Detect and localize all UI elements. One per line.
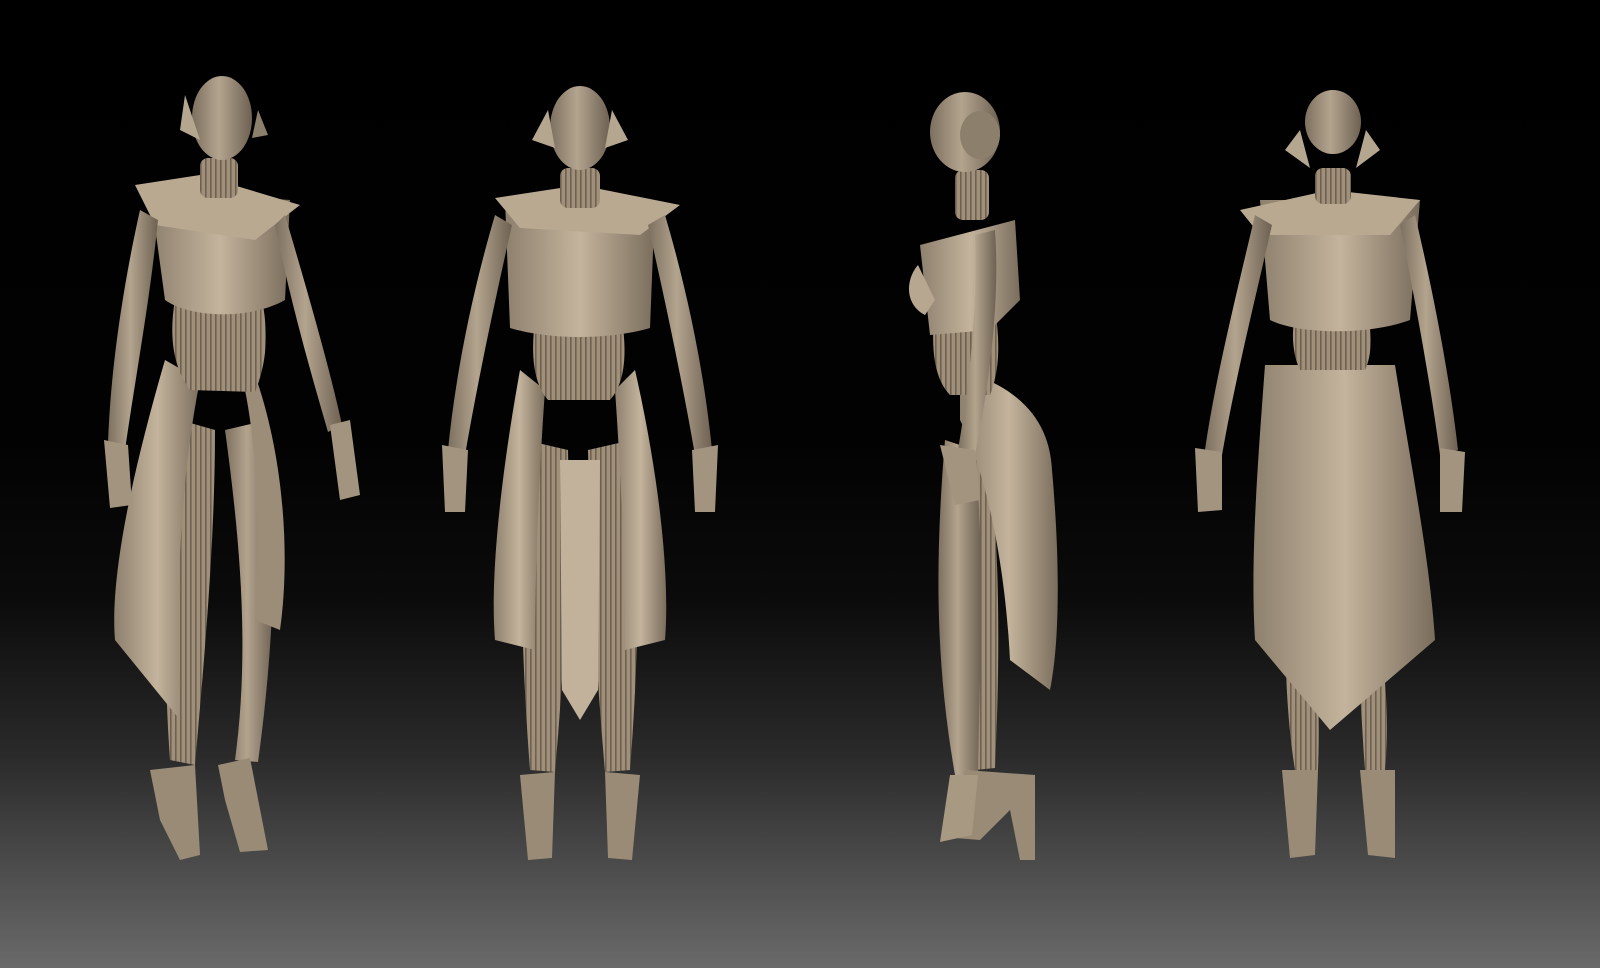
headpiece-fin: [1285, 130, 1310, 168]
shoe-right: [218, 758, 268, 852]
hand-left: [1195, 448, 1222, 512]
head: [550, 86, 610, 170]
arm-right: [275, 215, 342, 432]
figure-front: [442, 86, 718, 860]
head: [192, 76, 252, 160]
shoe-left: [150, 765, 200, 860]
hand-right: [1440, 448, 1465, 512]
shoe-front: [940, 775, 978, 842]
arm-left: [448, 215, 512, 455]
neck: [955, 170, 989, 220]
headpiece-fin-right: [1356, 130, 1380, 168]
hand-left: [442, 445, 468, 512]
render-viewport: [0, 0, 1600, 968]
figure-three-quarter-front: [104, 76, 360, 860]
shoe-left: [1282, 770, 1318, 858]
shoe-left: [520, 772, 555, 860]
skirt-tail: [560, 460, 600, 720]
skirt-back: [1253, 365, 1435, 730]
top: [920, 220, 1020, 335]
shoe-right: [1360, 770, 1395, 858]
headpiece-fin-right: [252, 110, 268, 138]
figure-back: [1195, 90, 1465, 858]
hand-right: [330, 420, 360, 500]
neck: [1315, 168, 1351, 204]
shoe-right: [605, 772, 640, 860]
hand-right: [692, 445, 718, 512]
headpiece-disc: [960, 111, 1000, 159]
head: [1305, 90, 1361, 154]
sculpt-turnaround: [104, 76, 1465, 860]
neck: [200, 158, 238, 198]
hand-left: [104, 440, 132, 508]
figure-side: [908, 92, 1058, 860]
neck: [560, 168, 600, 208]
arm-right: [648, 215, 712, 455]
arm-right: [1400, 215, 1458, 455]
